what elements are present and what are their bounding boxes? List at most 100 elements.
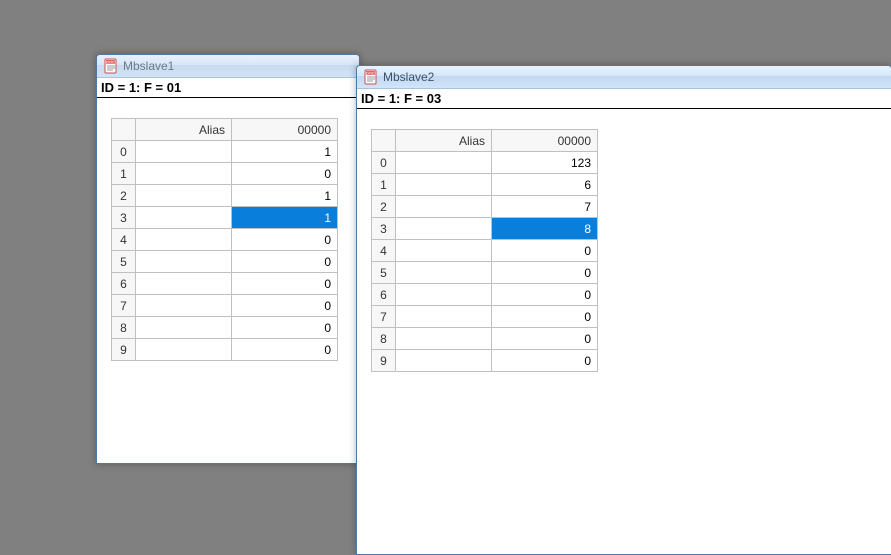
alias-cell[interactable] [136,251,232,273]
table-row[interactable]: 40 [372,240,598,262]
row-header[interactable]: 0 [112,141,136,163]
value-cell[interactable]: 0 [492,240,598,262]
svg-text:DOC: DOC [366,71,375,76]
value-cell[interactable]: 8 [492,218,598,240]
value-cell[interactable]: 7 [492,196,598,218]
alias-cell[interactable] [136,207,232,229]
row-header[interactable]: 2 [112,185,136,207]
table-row[interactable]: 60 [372,284,598,306]
column-header-alias[interactable]: Alias [396,130,492,152]
table-row[interactable]: 01 [112,141,338,163]
row-header[interactable]: 1 [112,163,136,185]
value-cell[interactable]: 0 [232,163,338,185]
document-icon: DOC [103,58,119,74]
column-header-value[interactable]: 00000 [232,119,338,141]
row-header[interactable]: 1 [372,174,396,196]
table-row[interactable]: 50 [372,262,598,284]
table-row[interactable]: 70 [372,306,598,328]
table-row[interactable]: 50 [112,251,338,273]
value-cell[interactable]: 0 [232,339,338,361]
titlebar[interactable]: DOC Mbslave2 [357,66,891,89]
table-row[interactable]: 70 [112,295,338,317]
row-header[interactable]: 5 [112,251,136,273]
row-header[interactable]: 6 [112,273,136,295]
row-header[interactable]: 6 [372,284,396,306]
value-cell[interactable]: 0 [492,284,598,306]
table-row[interactable]: 38 [372,218,598,240]
table-row[interactable]: 40 [112,229,338,251]
mdi-child-window[interactable]: DOC Mbslave1 ID = 1: F = 01 Alias 00000 … [96,54,360,464]
alias-cell[interactable] [136,273,232,295]
column-header-alias[interactable]: Alias [136,119,232,141]
row-header[interactable]: 2 [372,196,396,218]
alias-cell[interactable] [136,185,232,207]
row-header[interactable]: 4 [112,229,136,251]
value-cell[interactable]: 1 [232,207,338,229]
value-cell[interactable]: 0 [492,262,598,284]
alias-cell[interactable] [136,317,232,339]
alias-cell[interactable] [396,350,492,372]
row-header[interactable]: 4 [372,240,396,262]
row-header[interactable]: 7 [112,295,136,317]
data-grid[interactable]: Alias 00000 0123162738405060708090 [371,129,598,372]
row-header[interactable]: 5 [372,262,396,284]
value-cell[interactable]: 0 [232,251,338,273]
value-cell[interactable]: 0 [492,306,598,328]
status-line: ID = 1: F = 01 [97,78,359,98]
alias-cell[interactable] [396,240,492,262]
svg-text:DOC: DOC [106,60,115,65]
alias-cell[interactable] [396,174,492,196]
alias-cell[interactable] [136,141,232,163]
corner-cell[interactable] [372,130,396,152]
table-row[interactable]: 90 [372,350,598,372]
row-header[interactable]: 8 [112,317,136,339]
alias-cell[interactable] [136,339,232,361]
value-cell[interactable]: 1 [232,141,338,163]
alias-cell[interactable] [136,229,232,251]
row-header[interactable]: 9 [372,350,396,372]
client-area: Alias 00000 0123162738405060708090 [357,109,891,554]
table-row[interactable]: 16 [372,174,598,196]
table-row[interactable]: 21 [112,185,338,207]
row-header[interactable]: 3 [112,207,136,229]
row-header[interactable]: 8 [372,328,396,350]
table-row[interactable]: 31 [112,207,338,229]
alias-cell[interactable] [396,152,492,174]
table-row[interactable]: 10 [112,163,338,185]
mdi-child-window[interactable]: DOC Mbslave2 ID = 1: F = 03 Alias 00000 … [356,65,891,555]
value-cell[interactable]: 0 [232,273,338,295]
table-row[interactable]: 0 123 [372,152,598,174]
table-row[interactable]: 60 [112,273,338,295]
value-cell[interactable]: 6 [492,174,598,196]
window-title: Mbslave1 [123,59,353,73]
table-row[interactable]: 27 [372,196,598,218]
value-cell[interactable]: 0 [232,229,338,251]
value-cell[interactable]: 1 [232,185,338,207]
document-icon: DOC [363,69,379,85]
value-cell[interactable]: 123 [492,152,598,174]
alias-cell[interactable] [396,196,492,218]
row-header[interactable]: 0 [372,152,396,174]
data-grid[interactable]: Alias 00000 01102131405060708090 [111,118,338,361]
row-header[interactable]: 3 [372,218,396,240]
value-cell[interactable]: 0 [232,295,338,317]
table-row[interactable]: 80 [372,328,598,350]
table-row[interactable]: 90 [112,339,338,361]
row-header[interactable]: 7 [372,306,396,328]
alias-cell[interactable] [396,218,492,240]
value-cell[interactable]: 0 [232,317,338,339]
table-row[interactable]: 80 [112,317,338,339]
alias-cell[interactable] [136,163,232,185]
alias-cell[interactable] [396,262,492,284]
client-area: Alias 00000 01102131405060708090 [97,98,359,463]
value-cell[interactable]: 0 [492,328,598,350]
column-header-value[interactable]: 00000 [492,130,598,152]
alias-cell[interactable] [396,306,492,328]
alias-cell[interactable] [136,295,232,317]
row-header[interactable]: 9 [112,339,136,361]
alias-cell[interactable] [396,284,492,306]
value-cell[interactable]: 0 [492,350,598,372]
corner-cell[interactable] [112,119,136,141]
alias-cell[interactable] [396,328,492,350]
titlebar[interactable]: DOC Mbslave1 [97,55,359,78]
